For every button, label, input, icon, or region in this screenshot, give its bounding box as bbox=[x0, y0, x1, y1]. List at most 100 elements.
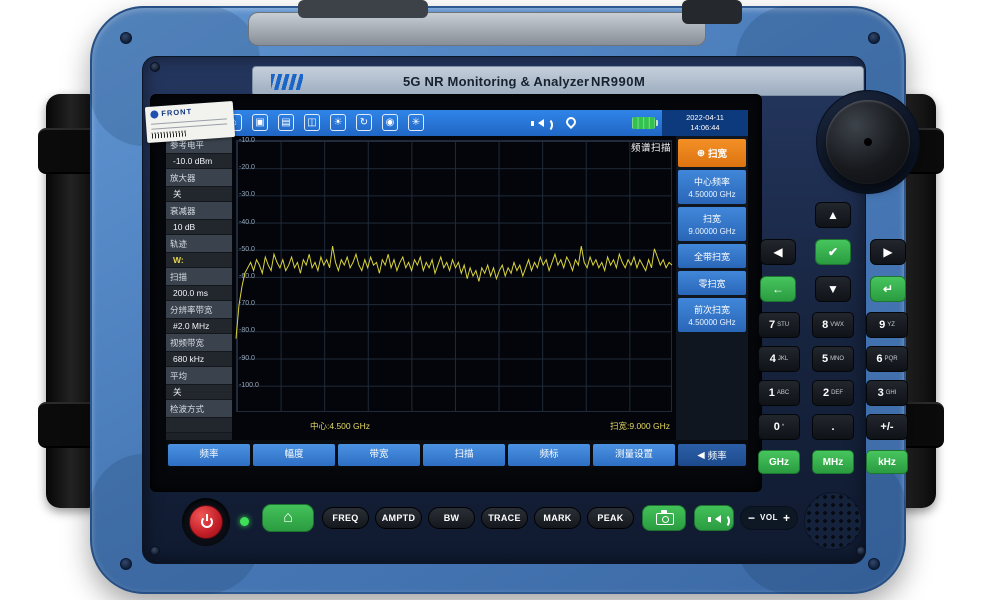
keypad-8-key[interactable]: 8VWX bbox=[812, 312, 854, 338]
brand-logo bbox=[271, 74, 303, 90]
fn-amptd-key[interactable]: AMPTD bbox=[375, 507, 422, 529]
keypad-9-key[interactable]: 9YZ bbox=[866, 312, 908, 338]
settings-icon[interactable]: ✳ bbox=[408, 114, 424, 131]
bottom-softkey-4[interactable]: 频标 bbox=[508, 444, 590, 466]
keypad-plusminus-key[interactable]: +/- bbox=[866, 414, 908, 440]
bottom-softkey-0[interactable]: 频率 bbox=[168, 444, 250, 466]
keypad-7-key[interactable]: 7STU bbox=[758, 312, 800, 338]
datetime-display: 2022-04-11 14:06:44 bbox=[662, 110, 748, 136]
keypad-5-key[interactable]: 5MNO bbox=[812, 346, 854, 372]
volume-plus[interactable]: + bbox=[783, 512, 790, 524]
case-screw bbox=[120, 32, 132, 44]
menu-key-1[interactable]: 中心频率4.50000 GHz bbox=[678, 170, 746, 204]
nav-return-button[interactable]: ↵ bbox=[870, 276, 906, 302]
speaker-glyph bbox=[534, 119, 544, 127]
top-connector-2 bbox=[682, 0, 742, 24]
unit-keys: GHz MHzkHz bbox=[758, 450, 908, 474]
spectrum-chart: -10.0-20.0-30.0-40.0-50.0-60.0-70.0-80.0… bbox=[232, 136, 676, 440]
lock-icon[interactable]: ◉ bbox=[382, 114, 398, 131]
device-photo: 5G NR Monitoring & Analyzer NR990M ⌂ ▣ ▤ ◫ ☀… bbox=[0, 0, 981, 600]
rotary-knob[interactable] bbox=[826, 100, 910, 184]
param-value: 680 kHz bbox=[166, 352, 232, 367]
back-softkey[interactable]: ◀ 频率 bbox=[678, 444, 746, 466]
nav-enter-button[interactable]: ✔ bbox=[815, 239, 851, 265]
keypad-dot-key[interactable]: . bbox=[812, 414, 854, 440]
center-frequency-label: 中心:4.500 GHz bbox=[310, 420, 370, 432]
menu-key-4[interactable]: 零扫宽 bbox=[678, 271, 746, 295]
bottom-softkey-3[interactable]: 扫描 bbox=[423, 444, 505, 466]
fn-peak-key[interactable]: PEAK bbox=[587, 507, 634, 529]
param-row-3: 轨迹W: bbox=[166, 235, 232, 268]
menu-key-2[interactable]: 扫宽9.00000 GHz bbox=[678, 207, 746, 241]
sticker-barcode bbox=[152, 130, 186, 138]
home-button[interactable]: ⌂ bbox=[262, 504, 314, 532]
nav-back-button[interactable]: ← bbox=[760, 276, 796, 302]
key-sub-label: VWX bbox=[830, 322, 844, 328]
sticker-mark bbox=[150, 110, 159, 119]
panel-screw bbox=[856, 546, 866, 556]
key-sub-label: JKL bbox=[778, 356, 788, 362]
fn-trace-key[interactable]: TRACE bbox=[481, 507, 528, 529]
bottom-softkey-1[interactable]: 幅度 bbox=[253, 444, 335, 466]
key-main-label: 9 bbox=[879, 319, 885, 331]
param-value: #2.0 MHz bbox=[166, 319, 232, 334]
fn-freq-key[interactable]: FREQ bbox=[322, 507, 369, 529]
param-row-7: 平均关 bbox=[166, 367, 232, 400]
volume-control[interactable]: − VOL + bbox=[740, 506, 798, 530]
menu-key-value: 9.00000 GHz bbox=[679, 227, 745, 236]
device-title: 5G NR Monitoring & Analyzer bbox=[403, 74, 589, 89]
device-titlebar: 5G NR Monitoring & Analyzer NR990M bbox=[252, 66, 864, 96]
qc-sticker: FRONT bbox=[145, 101, 235, 143]
nav-right-button[interactable]: ▶ bbox=[870, 239, 906, 265]
nav-down-button[interactable]: ▼ bbox=[815, 276, 851, 302]
bottom-softkey-5[interactable]: 测量设置 bbox=[593, 444, 675, 466]
softkey-menu: ⊕扫宽中心频率4.50000 GHz扫宽9.00000 GHz 全带扫宽零扫宽前次… bbox=[676, 136, 748, 440]
unit-ghz-key[interactable]: GHz bbox=[758, 450, 800, 474]
plus-icon: ⊕ bbox=[697, 148, 705, 159]
brightness-icon[interactable]: ☀ bbox=[330, 114, 346, 131]
key-sub-label: GHI bbox=[886, 390, 897, 396]
save-icon[interactable]: ◫ bbox=[304, 114, 320, 131]
param-label: 分辨率带宽 bbox=[166, 301, 232, 319]
menu-key-0[interactable]: ⊕扫宽 bbox=[678, 139, 746, 167]
nav-left-button[interactable]: ◀ bbox=[760, 239, 796, 265]
bottom-softkey-2[interactable]: 带宽 bbox=[338, 444, 420, 466]
param-value: -10.0 dBm bbox=[166, 154, 232, 169]
volume-minus[interactable]: − bbox=[748, 512, 755, 524]
keypad-0-key[interactable]: 0* bbox=[758, 414, 800, 440]
key-main-label: 4 bbox=[770, 353, 776, 365]
keypad-3-key[interactable]: 3GHI bbox=[866, 380, 908, 406]
key-sub-label: ABC bbox=[777, 390, 789, 396]
date-text: 2022-04-11 bbox=[662, 113, 748, 123]
camera-icon bbox=[656, 513, 674, 525]
param-value bbox=[166, 418, 232, 433]
lcd-screen: ⌂▣▤◫☀↻◉✳ 2022-04-11 14:06:44 参考电平-10.0 d… bbox=[166, 110, 748, 468]
keypad-4-key[interactable]: 4JKL bbox=[758, 346, 800, 372]
speaker-icon bbox=[711, 515, 721, 523]
unit-khz-key[interactable]: kHz bbox=[866, 450, 908, 474]
menu-key-3[interactable]: 全带扫宽 bbox=[678, 244, 746, 268]
speaker-button[interactable] bbox=[694, 505, 734, 531]
refresh-icon[interactable]: ↻ bbox=[356, 114, 372, 131]
keypad-6-key[interactable]: 6PQR bbox=[866, 346, 908, 372]
unit-mhz-key[interactable]: MHz bbox=[812, 450, 854, 474]
home-icon: ⌂ bbox=[283, 509, 293, 526]
key-main-label: 3 bbox=[878, 387, 884, 399]
nav-up-button[interactable]: ▲ bbox=[815, 202, 851, 228]
keypad-2-key[interactable]: 2DEF bbox=[812, 380, 854, 406]
display-icon[interactable]: ▤ bbox=[278, 114, 294, 131]
power-led bbox=[240, 517, 249, 526]
keypad-1-key[interactable]: 1ABC bbox=[758, 380, 800, 406]
battery-indicator bbox=[632, 117, 655, 129]
key-main-label: . bbox=[831, 421, 834, 433]
power-button[interactable] bbox=[189, 505, 223, 539]
gallery-icon[interactable]: ▣ bbox=[252, 114, 268, 131]
menu-key-label: 零扫宽 bbox=[679, 277, 745, 290]
location-icon[interactable] bbox=[564, 115, 578, 129]
status-bar: ⌂▣▤◫☀↻◉✳ 2022-04-11 14:06:44 bbox=[166, 110, 748, 136]
key-main-label: 8 bbox=[822, 319, 828, 331]
menu-key-5[interactable]: 前次扫宽4.50000 GHz bbox=[678, 298, 746, 332]
fn-mark-key[interactable]: MARK bbox=[534, 507, 581, 529]
fn-bw-key[interactable]: BW bbox=[428, 507, 475, 529]
screenshot-button[interactable] bbox=[642, 505, 686, 531]
